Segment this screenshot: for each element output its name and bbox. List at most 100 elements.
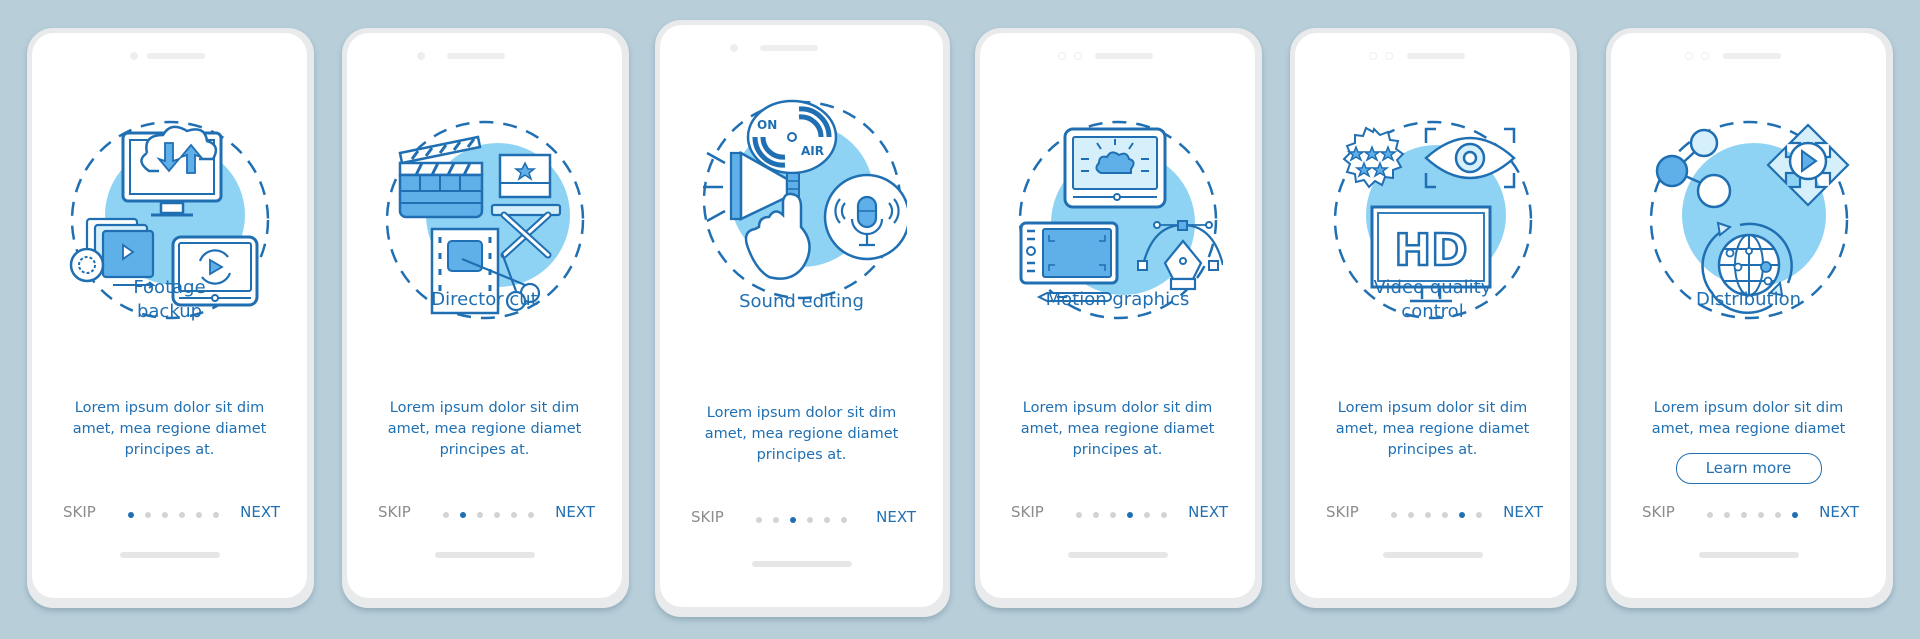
phone-screen: Motion graphics Lorem ipsum dolor sit di… [980,33,1255,598]
page-dot[interactable] [1741,512,1747,518]
phone-screen: ON AIR Sound editing Lorem ipsum dolor s… [660,25,943,607]
page-indicator [1707,512,1798,518]
sensor-dot [1074,52,1082,60]
page-dot[interactable] [1391,512,1397,518]
phone-screen: Footage backup Lorem ipsum dolor sit dim… [32,33,307,598]
page-dot[interactable] [841,517,847,523]
page-dot[interactable] [1425,512,1431,518]
next-button[interactable]: NEXT [1819,503,1859,521]
page-indicator [443,512,534,518]
screen-description: Lorem ipsum dolor sit dim amet, mea regi… [72,400,267,458]
page-dot[interactable] [773,517,779,523]
screen-description: Lorem ipsum dolor sit dim amet, mea regi… [387,400,582,458]
onboarding-screen-distribution: Distribution Lorem ipsum dolor sit dim a… [1606,28,1893,608]
speaker-grille [1095,53,1153,59]
phone-screen: Distribution Lorem ipsum dolor sit dim a… [1611,33,1886,598]
screen-title: Director cut [431,289,538,310]
page-indicator [128,512,219,518]
skip-button[interactable]: SKIP [378,503,411,521]
screen-title: Motion graphics [1045,289,1190,310]
page-indicator [1076,512,1167,518]
page-dot[interactable] [1707,512,1713,518]
page-dot-active[interactable] [460,512,466,518]
home-indicator [1698,552,1799,558]
phone-screen: Director cut Lorem ipsum dolor sit dim a… [347,33,622,598]
camera-dot [1058,52,1066,60]
skip-button[interactable]: SKIP [1011,503,1044,521]
onboarding-nav: SKIP NEXT [32,503,307,527]
page-dot[interactable] [1093,512,1099,518]
screen-description: Lorem ipsum dolor sit dim amet, mea regi… [1020,400,1215,458]
onboarding-screen-video-quality-control: HD Video quality control Lorem ipsum dol… [1290,28,1577,608]
onboarding-screen-motion-graphics: Motion graphics Lorem ipsum dolor sit di… [975,28,1262,608]
onboarding-nav: SKIP NEXT [660,508,943,532]
onboarding-screen-director-cut: Director cut Lorem ipsum dolor sit dim a… [342,28,629,608]
next-button[interactable]: NEXT [555,503,595,521]
page-dot[interactable] [162,512,168,518]
page-indicator [756,517,847,523]
sound-editing-icon: ON AIR [697,95,910,305]
screen-title: Sound editing [739,291,864,312]
skip-button[interactable]: SKIP [691,508,724,526]
screen-title: Footage backup [133,277,206,322]
hd-label: HD [1394,225,1467,276]
page-dot-active[interactable] [1459,512,1465,518]
page-dot-active[interactable] [1792,512,1798,518]
home-indicator [119,552,220,558]
page-dot[interactable] [1758,512,1764,518]
phone-screen: HD Video quality control Lorem ipsum dol… [1295,33,1570,598]
page-dot[interactable] [1144,512,1150,518]
page-indicator [1391,512,1482,518]
home-indicator [1382,552,1483,558]
onboarding-screen-sound-editing: ON AIR Sound editing Lorem ipsum dolor s… [655,20,950,617]
page-dot-active[interactable] [128,512,134,518]
screen-description: Lorem ipsum dolor sit dim amet, mea regi… [1335,400,1530,458]
page-dot[interactable] [179,512,185,518]
page-dot[interactable] [1476,512,1482,518]
onboarding-nav: SKIP NEXT [1295,503,1570,527]
page-dot[interactable] [1161,512,1167,518]
page-dot[interactable] [494,512,500,518]
camera-dot [1369,52,1377,60]
page-dot[interactable] [1408,512,1414,518]
screen-title: Distribution [1695,289,1801,310]
onboarding-nav: SKIP NEXT [347,503,622,527]
page-dot[interactable] [756,517,762,523]
page-dot[interactable] [213,512,219,518]
camera-dot [1685,52,1693,60]
next-button[interactable]: NEXT [876,508,916,526]
screen-title: Video quality control [1373,277,1492,322]
next-button[interactable]: NEXT [1503,503,1543,521]
page-dot[interactable] [1724,512,1730,518]
page-dot-active[interactable] [790,517,796,523]
speaker-grille [1723,53,1781,59]
speaker-grille [760,45,818,51]
next-button[interactable]: NEXT [240,503,280,521]
page-dot[interactable] [1110,512,1116,518]
screen-description: Lorem ipsum dolor sit dim amet, mea regi… [1651,400,1846,437]
page-dot[interactable] [477,512,483,518]
page-dot[interactable] [196,512,202,518]
page-dot[interactable] [511,512,517,518]
learn-more-button[interactable]: Learn more [1675,453,1822,484]
speaker-grille [147,53,205,59]
sensor-dot [1701,52,1709,60]
screen-description: Lorem ipsum dolor sit dim amet, mea regi… [704,405,899,463]
page-dot-active[interactable] [1127,512,1133,518]
page-dot[interactable] [807,517,813,523]
speaker-grille [1407,53,1465,59]
page-dot[interactable] [145,512,151,518]
page-dot[interactable] [824,517,830,523]
skip-button[interactable]: SKIP [1642,503,1675,521]
home-indicator [751,561,852,567]
page-dot[interactable] [443,512,449,518]
page-dot[interactable] [1442,512,1448,518]
skip-button[interactable]: SKIP [1326,503,1359,521]
page-dot[interactable] [528,512,534,518]
skip-button[interactable]: SKIP [63,503,96,521]
home-indicator [434,552,535,558]
onboarding-nav: SKIP NEXT [1611,503,1886,527]
page-dot[interactable] [1775,512,1781,518]
page-dot[interactable] [1076,512,1082,518]
next-button[interactable]: NEXT [1188,503,1228,521]
